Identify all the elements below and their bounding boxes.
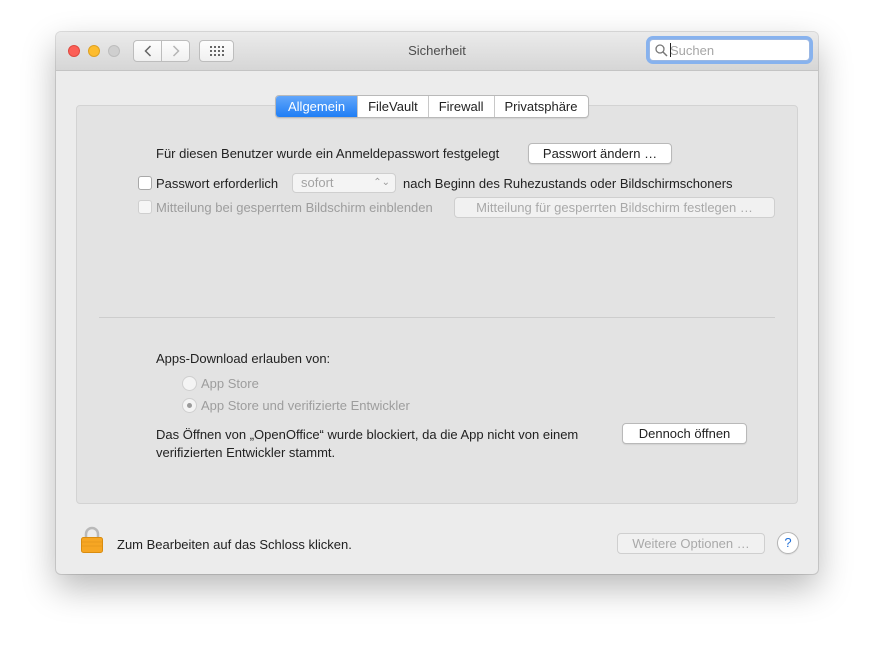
help-button[interactable]: ?: [777, 532, 799, 554]
blocked-message-line2: verifizierten Entwickler stammt.: [156, 445, 336, 460]
open-anyway-button[interactable]: Dennoch öffnen: [622, 423, 747, 444]
show-all-button[interactable]: [199, 40, 234, 62]
require-password-checkbox[interactable]: [138, 176, 152, 190]
blocked-message-line1: Das Öffnen von „OpenOffice“ wurde blocki…: [156, 427, 579, 442]
require-password-label: Passwort erforderlich: [156, 176, 279, 191]
tab-bar: Allgemein FileVault Firewall Privatsphär…: [275, 95, 589, 118]
radio-app-store-label: App Store: [201, 376, 259, 391]
tab-privatsphaere[interactable]: Privatsphäre: [493, 96, 588, 117]
radio-app-store[interactable]: [182, 376, 197, 391]
search-icon: [655, 44, 668, 57]
updown-arrows-icon: ⌃⌄: [373, 177, 390, 188]
grid-icon: [209, 46, 224, 56]
divider: [99, 317, 775, 318]
tab-filevault[interactable]: FileVault: [357, 96, 428, 117]
radio-app-store-verified-label: App Store und verifizierte Entwickler: [201, 398, 410, 413]
tab-allgemein[interactable]: Allgemein: [276, 96, 358, 117]
close-button[interactable]: [68, 45, 80, 57]
search-field[interactable]: [649, 39, 810, 61]
lock-text: Zum Bearbeiten auf das Schloss klicken.: [117, 537, 352, 552]
change-password-button[interactable]: Passwort ändern …: [528, 143, 672, 164]
require-password-suffix: nach Beginn des Ruhezustands oder Bildsc…: [403, 176, 733, 191]
require-delay-value: sofort: [301, 175, 334, 190]
downloads-heading: Apps-Download erlauben von:: [156, 351, 331, 366]
lock-button[interactable]: [80, 526, 104, 557]
chevron-left-icon: [143, 45, 151, 57]
back-button[interactable]: [133, 40, 162, 62]
lock-message-label: Mitteilung bei gesperrtem Bildschirm ein…: [156, 200, 433, 215]
set-lock-message-button[interactable]: Mitteilung für gesperrten Bildschirm fes…: [454, 197, 775, 218]
tab-firewall[interactable]: Firewall: [427, 96, 494, 117]
password-set-text: Für diesen Benutzer wurde ein Anmeldepas…: [156, 146, 500, 161]
chevron-right-icon: [172, 45, 180, 57]
forward-button[interactable]: [161, 40, 190, 62]
lock-icon: [81, 526, 103, 553]
title-bar: Sicherheit: [56, 32, 818, 71]
text-caret: [670, 43, 671, 57]
preferences-window: Sicherheit Allgemein FileVault Firewall …: [56, 32, 818, 574]
search-input[interactable]: [670, 42, 800, 58]
require-delay-select[interactable]: sofort ⌃⌄: [292, 173, 396, 193]
more-options-button[interactable]: Weitere Optionen …: [617, 533, 765, 554]
minimize-button[interactable]: [88, 45, 100, 57]
lock-message-checkbox[interactable]: [138, 200, 152, 214]
radio-app-store-verified[interactable]: [182, 398, 197, 413]
zoom-button[interactable]: [108, 45, 120, 57]
